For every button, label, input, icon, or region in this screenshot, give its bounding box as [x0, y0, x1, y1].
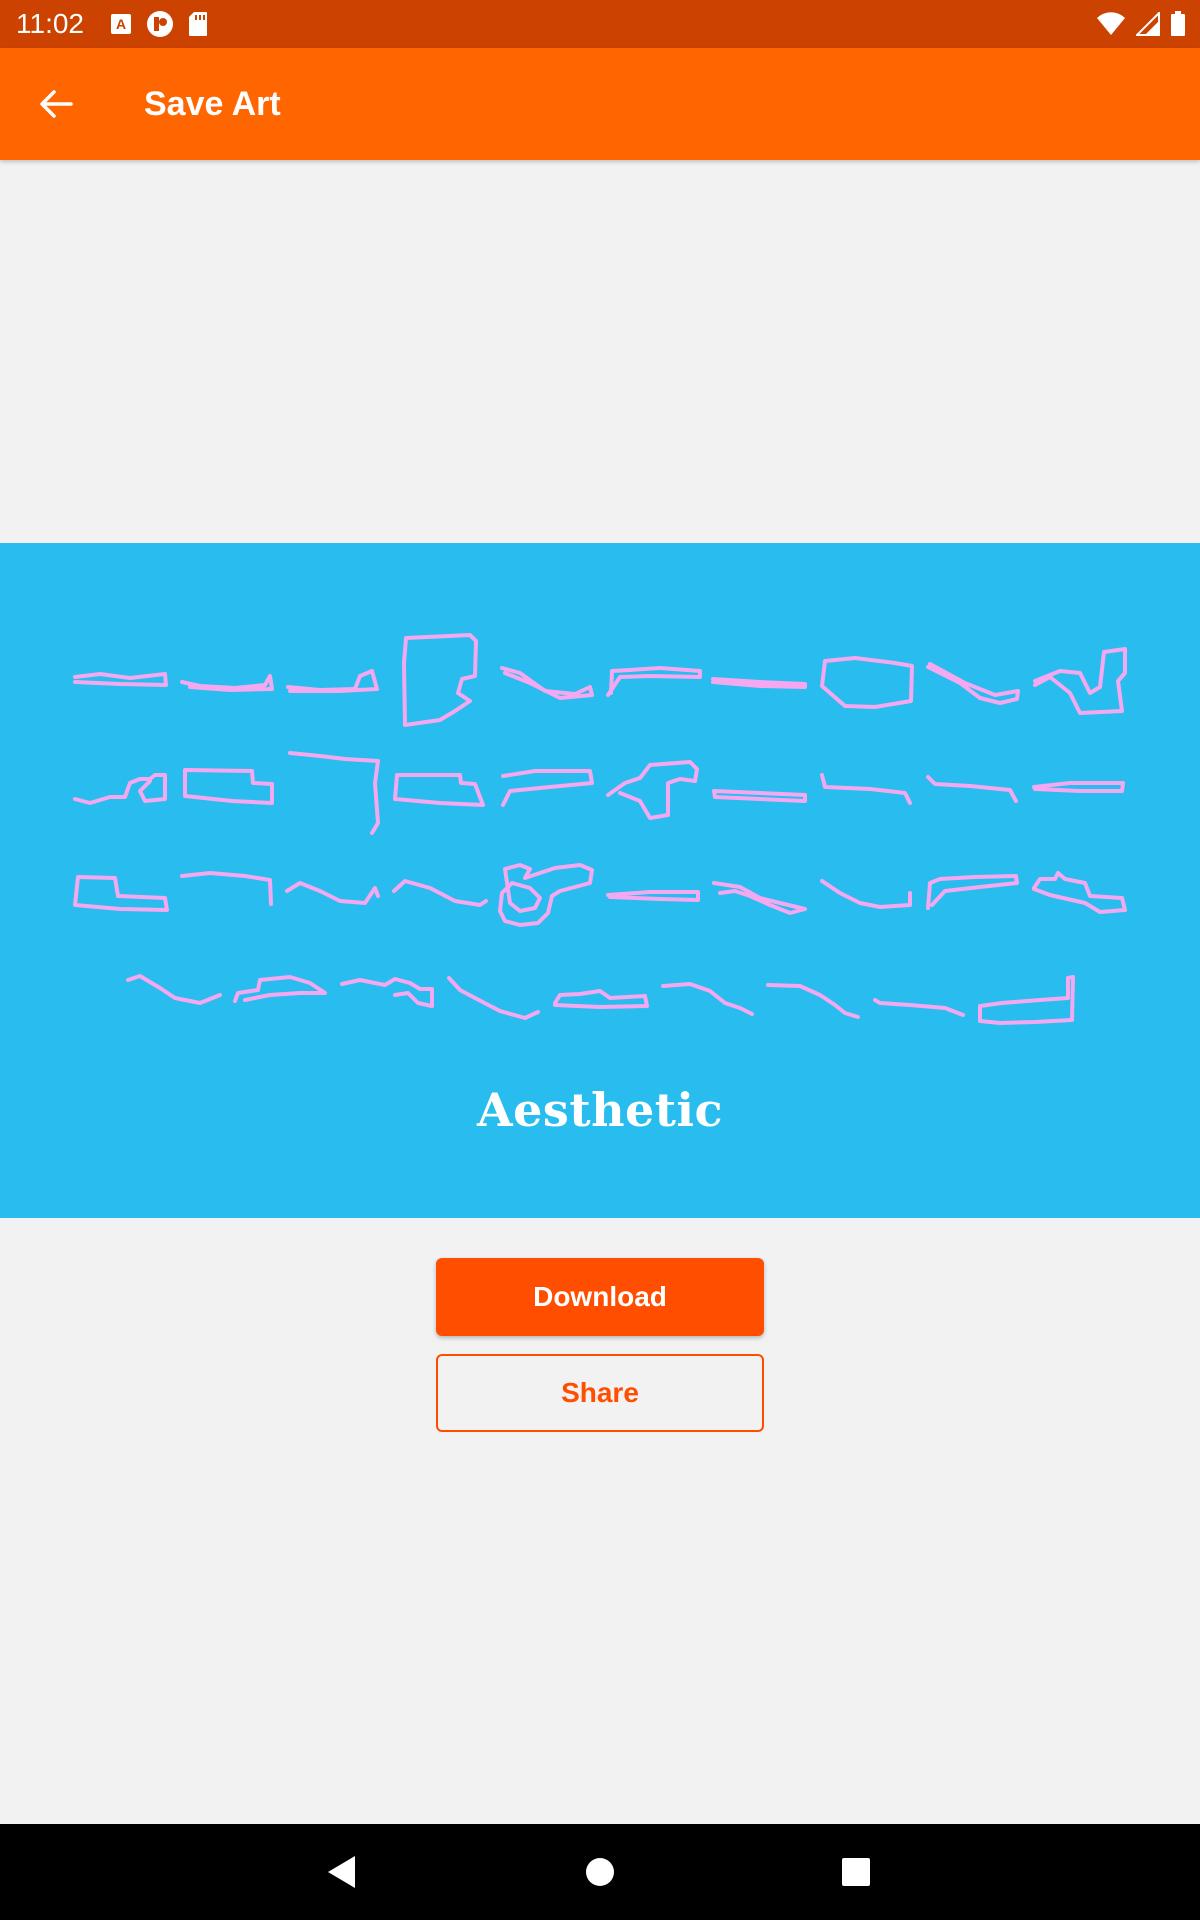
- art-caption: Aesthetic: [476, 1083, 724, 1137]
- page-title: Save Art: [144, 85, 281, 123]
- nav-back-icon: [328, 1856, 355, 1888]
- share-button[interactable]: Share: [436, 1354, 764, 1432]
- system-nav-bar: [0, 1824, 1200, 1920]
- font-notification-icon: A: [111, 14, 131, 34]
- art-strokes: [73, 633, 1127, 1025]
- arrow-back-icon: [40, 90, 73, 118]
- svg-text:A: A: [116, 16, 126, 32]
- nav-home-button[interactable]: [576, 1848, 624, 1896]
- status-time: 11:02: [16, 8, 84, 39]
- app-bar: Save Art: [0, 48, 1200, 160]
- back-button[interactable]: [24, 80, 88, 128]
- wifi-icon: [1097, 12, 1125, 35]
- notification-icons: A: [110, 10, 208, 38]
- sd-card-icon: [189, 12, 207, 36]
- download-button[interactable]: Download: [436, 1258, 764, 1336]
- nav-home-icon: [586, 1858, 614, 1886]
- nav-back-button[interactable]: [318, 1848, 366, 1896]
- system-status-icons: [1096, 10, 1186, 38]
- battery-icon: [1171, 11, 1185, 36]
- status-bar: 11:02 A: [0, 0, 1200, 48]
- nav-recents-icon: [842, 1858, 870, 1886]
- media-notification-icon: [147, 11, 173, 37]
- art-preview: Aesthetic: [0, 543, 1200, 1218]
- nav-recents-button[interactable]: [832, 1848, 880, 1896]
- cell-signal-icon: [1136, 12, 1160, 36]
